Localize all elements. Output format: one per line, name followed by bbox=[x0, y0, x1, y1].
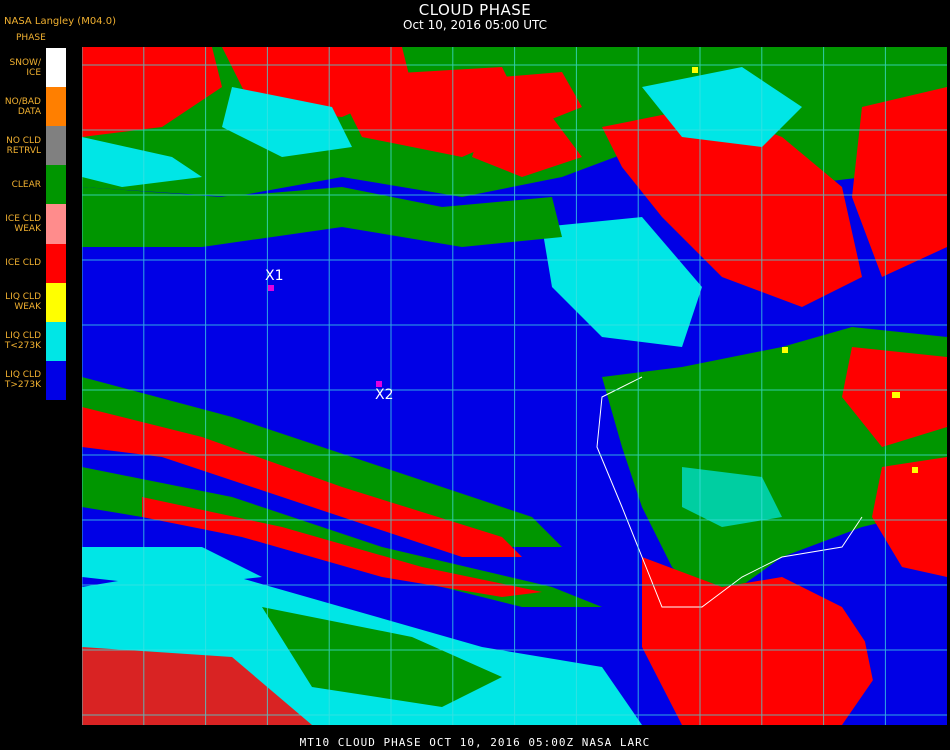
legend-label: LIQ CLD T<273K bbox=[4, 331, 41, 352]
source-label: NASA Langley (M04.0) bbox=[4, 16, 116, 27]
speck-liq-weak-2 bbox=[782, 347, 788, 353]
legend-swatch bbox=[46, 126, 66, 166]
legend-swatch bbox=[46, 87, 66, 127]
legend-label: NO CLD RETRVL bbox=[6, 135, 41, 156]
marker-x2-label: X2 bbox=[375, 387, 394, 403]
speck-liq-weak-1 bbox=[692, 67, 698, 73]
legend-swatch bbox=[46, 282, 66, 322]
legend-label: NO/BAD DATA bbox=[4, 96, 41, 117]
legend-label: LIQ CLD WEAK bbox=[5, 292, 41, 313]
legend-label: LIQ CLD T>273K bbox=[4, 370, 41, 391]
marker-x1-dot bbox=[268, 285, 274, 291]
speck-liq-weak-4 bbox=[912, 467, 918, 473]
legend-label: SNOW/ ICE bbox=[9, 57, 41, 78]
marker-x1-label: X1 bbox=[265, 268, 284, 284]
speck-liq-weak-3 bbox=[892, 392, 900, 398]
map-canvas bbox=[81, 47, 947, 725]
phase-legend bbox=[46, 48, 66, 400]
footer-caption: MT10 CLOUD PHASE OCT 10, 2016 05:00Z NAS… bbox=[299, 736, 651, 749]
legend-swatch bbox=[46, 243, 66, 283]
cloud-phase-map: X1 X2 bbox=[81, 47, 947, 725]
legend-swatch bbox=[46, 204, 66, 244]
legend-label: ICE CLD WEAK bbox=[5, 214, 41, 234]
legend-swatch bbox=[46, 165, 66, 205]
map-title: CLOUD PHASE bbox=[418, 1, 532, 19]
legend-swatch bbox=[46, 321, 66, 361]
legend-title: PHASE bbox=[16, 33, 46, 43]
legend-swatch bbox=[46, 360, 66, 400]
legend-label: CLEAR bbox=[11, 179, 41, 190]
legend-swatch bbox=[46, 48, 66, 88]
map-datetime: Oct 10, 2016 05:00 UTC bbox=[403, 18, 547, 32]
legend-label: ICE CLD bbox=[5, 258, 41, 269]
